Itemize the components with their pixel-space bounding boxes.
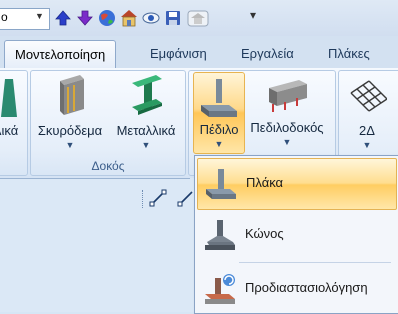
tab-modeling[interactable]: Μοντελοποίηση bbox=[4, 40, 117, 68]
chevron-down-icon: ▼ bbox=[214, 139, 224, 149]
footing-label: Πέδιλο bbox=[199, 122, 239, 137]
strip-footing-icon bbox=[244, 72, 330, 114]
menu-item-predimensioning[interactable]: Προδιαστασιολόγηση bbox=[197, 264, 395, 314]
footing-slab-icon bbox=[204, 167, 238, 201]
ribbon-group-beam: Σκυρόδεμα ▼ Μεταλλικά ▼ Δοκός bbox=[30, 70, 186, 176]
cone-footing-icon bbox=[203, 218, 237, 252]
menu-item-label: Κώνος bbox=[245, 226, 284, 241]
toolbar-separator bbox=[142, 190, 145, 208]
polyline-tool-icon[interactable] bbox=[176, 188, 194, 208]
tab-slabs[interactable]: Πλάκες bbox=[320, 40, 378, 67]
line-tool-icon[interactable] bbox=[148, 188, 168, 208]
menu-item-cone-footing[interactable]: Κώνος bbox=[197, 210, 395, 260]
house-icon[interactable] bbox=[120, 9, 138, 27]
quick-access-toolbar: o ▼ ▾ bbox=[0, 0, 398, 36]
footing-button[interactable]: Πέδιλο ▼ bbox=[193, 72, 245, 154]
predimension-icon bbox=[203, 272, 237, 306]
save-icon[interactable] bbox=[164, 9, 182, 27]
globe-icon[interactable] bbox=[98, 9, 116, 27]
eye-icon[interactable] bbox=[142, 9, 160, 27]
steel-beam-button[interactable]: Μεταλλικά ▼ bbox=[111, 75, 181, 150]
chevron-down-icon: ▼ bbox=[35, 11, 44, 21]
steel-beam-icon bbox=[111, 75, 181, 117]
steel-beam-label: Μεταλλικά bbox=[116, 123, 176, 138]
chevron-down-icon: ▼ bbox=[141, 140, 151, 150]
arrow-up-icon[interactable] bbox=[54, 9, 72, 27]
mesh-2d-button[interactable]: 2Δ ▼ bbox=[341, 75, 393, 150]
concrete-beam-button[interactable]: Σκυρόδεμα ▼ bbox=[35, 75, 105, 150]
menu-item-label: Προδιαστασιολόγηση bbox=[245, 280, 368, 295]
menu-separator bbox=[239, 262, 391, 263]
quick-access-combo-value: o bbox=[1, 10, 8, 24]
menu-item-slab-footing[interactable]: Πλάκα bbox=[197, 158, 397, 210]
mesh-icon bbox=[341, 75, 393, 117]
chevron-down-icon: ▼ bbox=[282, 137, 292, 147]
strip-footing-button[interactable]: Πεδιλοδοκός ▼ bbox=[244, 72, 330, 147]
strip-footing-label: Πεδιλοδοκός bbox=[250, 120, 324, 135]
quick-access-combo[interactable]: o ▼ bbox=[0, 8, 50, 30]
ribbon-group-partial: λικά bbox=[0, 70, 28, 176]
footing-icon bbox=[199, 77, 239, 122]
arrow-down-icon[interactable] bbox=[76, 9, 94, 27]
build-icon[interactable] bbox=[186, 9, 210, 27]
group-label-strip bbox=[0, 180, 190, 188]
beam-group-label: Δοκός bbox=[91, 159, 125, 173]
divider bbox=[0, 178, 190, 179]
ribbon-tab-row: Μοντελοποίηση Εμφάνιση Εργαλεία Πλάκες bbox=[0, 36, 398, 69]
chevron-down-icon: ▼ bbox=[362, 140, 372, 150]
concrete-beam-icon bbox=[35, 75, 105, 117]
concrete-beam-label: Σκυρόδεμα bbox=[37, 123, 103, 138]
tab-view[interactable]: Εμφάνιση bbox=[142, 40, 215, 67]
customize-toolbar-button[interactable]: ▾ bbox=[250, 8, 256, 22]
chevron-down-icon: ▼ bbox=[65, 140, 75, 150]
menu-item-label: Πλάκα bbox=[246, 175, 284, 190]
partial-group-label[interactable]: λικά bbox=[0, 123, 18, 138]
partial-group-icon bbox=[1, 77, 21, 120]
footing-dropdown-menu: Πλάκα Κώνος Προδιαστασιολόγηση bbox=[194, 155, 398, 314]
tab-tools[interactable]: Εργαλεία bbox=[233, 40, 302, 67]
mesh-2d-label: 2Δ bbox=[359, 123, 375, 138]
